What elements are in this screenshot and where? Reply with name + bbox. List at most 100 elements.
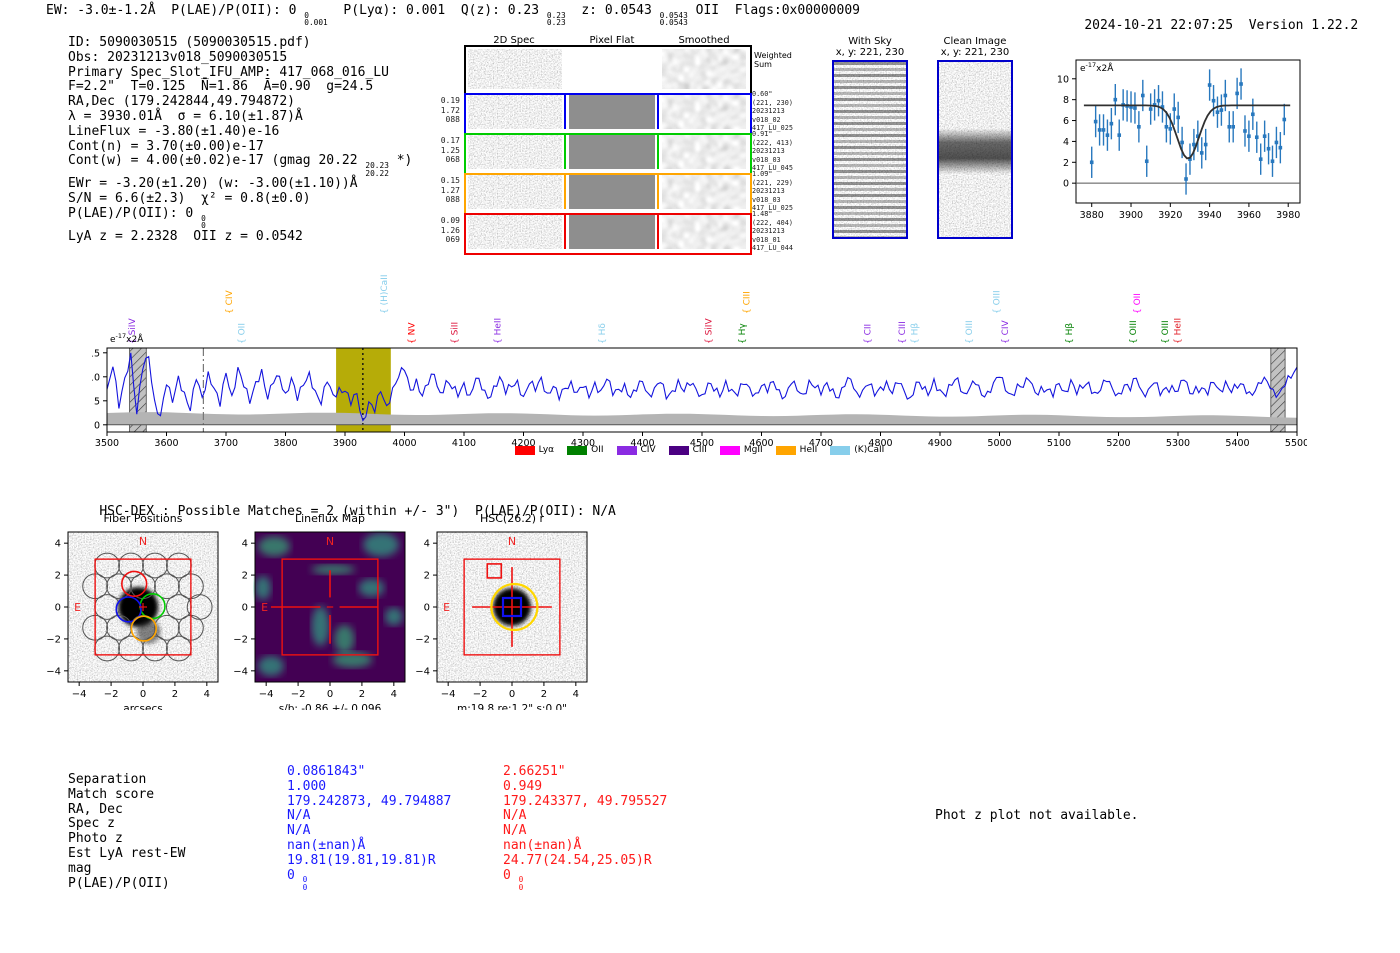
match-row-label: Match score bbox=[68, 786, 155, 802]
svg-text:2: 2 bbox=[242, 571, 248, 582]
spec2d-image bbox=[468, 95, 562, 129]
svg-text:−2: −2 bbox=[104, 689, 119, 700]
svg-text:−4: −4 bbox=[233, 666, 248, 677]
svg-text:−4: −4 bbox=[259, 689, 274, 700]
svg-text:4: 4 bbox=[204, 689, 210, 700]
spec2d-image bbox=[662, 95, 746, 129]
svg-text:2: 2 bbox=[1063, 158, 1069, 169]
svg-text:0: 0 bbox=[424, 603, 430, 614]
svg-text:0: 0 bbox=[94, 420, 100, 431]
svg-text:0: 0 bbox=[242, 603, 248, 614]
emission-line-label: { Hδ bbox=[598, 323, 608, 344]
emission-line-label: { CII bbox=[863, 324, 873, 344]
north-label: N bbox=[139, 535, 147, 548]
fiber-row-annotation: 0.91" (222, 413) 20231213 v018_03 417_LU… bbox=[752, 130, 793, 173]
emission-line-label: { HeII bbox=[493, 318, 503, 344]
svg-text:4: 4 bbox=[55, 539, 61, 550]
info-line: Cont(w) = 4.00(±0.02)e-17 (gmag 20.22 20… bbox=[68, 153, 413, 178]
svg-text:4: 4 bbox=[242, 539, 248, 550]
timestamp-version: 2024-10-21 22:07:25 Version 1.22.2 bbox=[1053, 3, 1358, 48]
legend-item: (K)CaII bbox=[830, 445, 884, 455]
info-line: LyA z = 2.2328 OII z = 0.0542 bbox=[68, 229, 303, 245]
svg-text:−2: −2 bbox=[291, 689, 306, 700]
svg-text:10: 10 bbox=[92, 372, 100, 383]
svg-text:−4: −4 bbox=[72, 689, 87, 700]
legend-swatch bbox=[668, 445, 689, 455]
fiber-row-annotation: 1.09" (221, 229) 20231213 v018_03 417_LU… bbox=[752, 170, 793, 213]
svg-text:−4: −4 bbox=[441, 689, 456, 700]
hsc-r-title: HSC(26.2) r bbox=[479, 512, 545, 525]
clean-image-panel: Clean Image x, y: 221, 230 bbox=[925, 36, 1025, 239]
match-1-value: 0 00 bbox=[287, 867, 308, 892]
match-row-label: mag bbox=[68, 860, 92, 876]
match-row-label: Photo z bbox=[68, 831, 123, 847]
svg-text:3900: 3900 bbox=[1119, 210, 1143, 221]
match-2-value: N/A bbox=[503, 823, 527, 839]
north-label: N bbox=[508, 535, 516, 548]
svg-text:4: 4 bbox=[391, 689, 397, 700]
info-line: F=2.2" T=0.125 N̄=1.86 Ā=0.90 g=24.5 bbox=[68, 79, 374, 95]
legend-item: CIII bbox=[668, 445, 707, 455]
spec2d-image bbox=[662, 175, 746, 209]
line-fit-plot: 3880 3900 3920 3940 3960 3980 0 2 4 6 8 10 e-17x2Å bbox=[1057, 59, 1301, 221]
lineflux-map-title: Lineflux Map bbox=[294, 512, 366, 525]
match-table-row: Separation 0.0861843" 2.66251" bbox=[68, 764, 719, 787]
svg-text:2: 2 bbox=[172, 689, 178, 700]
info-line: P(LAE)/P(OII): 0 00 bbox=[68, 206, 206, 231]
info-line: Obs: 20231213v018_5090030515 bbox=[68, 49, 288, 65]
east-label: E bbox=[261, 601, 268, 614]
info-line: S/N = 6.6(±2.3) χ² = 0.8(±0.0) bbox=[68, 191, 311, 207]
match-1-value: N/A bbox=[287, 823, 311, 839]
legend-item: OII bbox=[567, 445, 604, 455]
svg-text:6: 6 bbox=[1063, 116, 1069, 127]
emission-line-label: { CIV bbox=[1001, 319, 1011, 344]
fiber-positions-cutout: N E −4 −4 −2 −2 0 0 2 2 4 4 arcsecs bbox=[46, 531, 219, 710]
legend-item: Lyα bbox=[514, 445, 554, 455]
pixel-flat-image bbox=[569, 95, 655, 129]
match-row-label: P(LAE)/P(OII) bbox=[68, 875, 170, 891]
svg-text:4: 4 bbox=[1063, 137, 1069, 148]
svg-text:2: 2 bbox=[55, 571, 61, 582]
emission-line-label: { Hγ bbox=[738, 323, 748, 344]
north-label: N bbox=[326, 535, 334, 548]
legend-swatch bbox=[775, 445, 796, 455]
svg-text:−4: −4 bbox=[46, 666, 61, 677]
with-sky-image bbox=[832, 60, 908, 239]
elixer-report-page: EW: -3.0±-1.2Å P(LAE)/P(OII): 0 0 0.001 P… bbox=[0, 0, 1400, 953]
cutout-xlabel: arcsecs bbox=[123, 703, 162, 710]
match-1-value: N/A bbox=[287, 808, 311, 824]
emission-line-label: { OIII bbox=[1129, 320, 1139, 344]
svg-text:−2: −2 bbox=[473, 689, 488, 700]
emission-line-label: { (H)CaII bbox=[380, 275, 390, 315]
hsc-r-cutout: N E −4 −4 −2 −2 0 0 2 2 4 4 m:19.8 re:1.2" s:0.0" bbox=[415, 531, 588, 710]
emission-line-label: { CIII bbox=[743, 291, 753, 314]
legend-swatch bbox=[830, 445, 851, 455]
match-2-value: 0.949 bbox=[503, 778, 543, 794]
emission-line-label: { CIII bbox=[898, 321, 908, 344]
emission-line-label: { Hβ bbox=[1065, 323, 1075, 344]
fiber-row-annotation: 0.60" (221, 230) 20231213 v018_02 417_LU… bbox=[752, 90, 793, 133]
spec2d-image bbox=[468, 135, 562, 169]
timestamp: 2024-10-21 22:07:25 bbox=[1084, 18, 1234, 33]
svg-text:3940: 3940 bbox=[1198, 210, 1222, 221]
match-1-value: 179.242873, 49.794887 bbox=[287, 793, 452, 809]
with-sky-panel: With Sky x, y: 221, 230 bbox=[820, 36, 920, 239]
svg-text:0: 0 bbox=[1063, 179, 1069, 190]
emission-line-label: { Hβ bbox=[910, 323, 920, 344]
version: Version 1.22.2 bbox=[1248, 18, 1359, 33]
spec2d-image bbox=[468, 215, 562, 249]
legend-swatch bbox=[719, 445, 740, 455]
clean-image-image bbox=[937, 60, 1013, 239]
emission-line-label: { OII bbox=[237, 323, 247, 344]
svg-text:−2: −2 bbox=[233, 634, 248, 645]
match-1-value: nan(±nan)Å bbox=[287, 837, 366, 853]
fiber-row-weights: 0.19 1.72 088 bbox=[440, 96, 460, 124]
east-label: E bbox=[74, 601, 81, 614]
pixel-flat-image bbox=[569, 215, 655, 249]
legend-swatch bbox=[616, 445, 637, 455]
lineflux-map-cutout: N E −4 −4 −2 −2 0 0 2 2 4 4 s/b: -0.86 +/- 0.096 bbox=[233, 531, 406, 710]
info-line: RA,Dec (179.242844,49.794872) bbox=[68, 94, 295, 110]
match-2-value: 0 00 bbox=[503, 867, 524, 892]
info-line: ID: 5090030515 (5090030515.pdf) bbox=[68, 35, 311, 50]
svg-text:15: 15 bbox=[92, 348, 100, 359]
